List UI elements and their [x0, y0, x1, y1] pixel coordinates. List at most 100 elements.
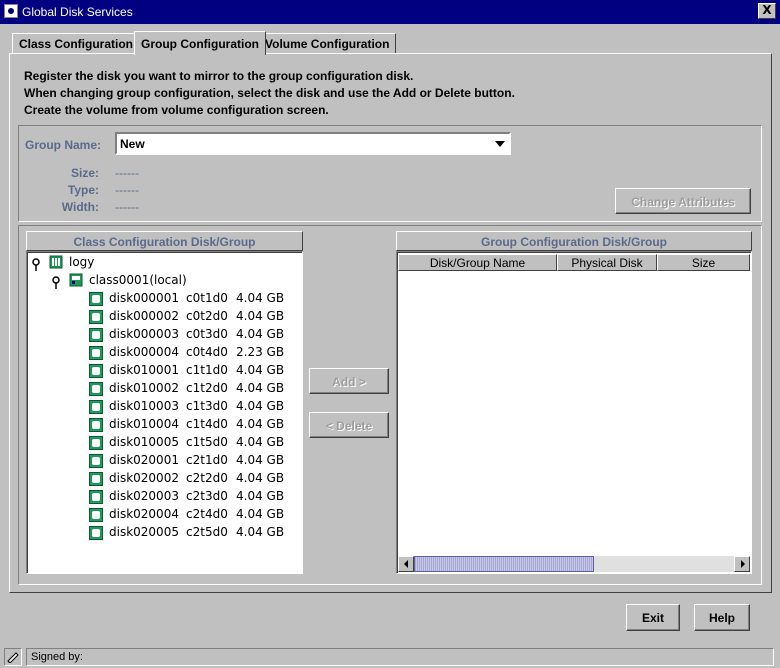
signature-icon: [4, 648, 22, 666]
class-icon: [69, 273, 83, 287]
window-title: Global Disk Services: [22, 5, 133, 19]
disk-icon: [89, 454, 103, 468]
disk-icon: [89, 400, 103, 414]
arrow-left-icon: [404, 560, 408, 568]
column-header-physical[interactable]: Physical Disk: [557, 254, 657, 271]
scroll-right-button[interactable]: [734, 556, 750, 572]
disk-name: disk020001: [109, 453, 179, 467]
disk-physical: c0t2d0: [186, 309, 228, 323]
server-icon: [49, 255, 63, 269]
scroll-left-button[interactable]: [398, 556, 414, 572]
disk-physical: c2t1d0: [186, 453, 228, 467]
disk-physical: c1t2d0: [186, 381, 228, 395]
tree-class-node[interactable]: class0001(local): [89, 273, 187, 291]
disk-icon: [89, 346, 103, 360]
disk-name: disk010005: [109, 435, 179, 449]
class-config-header: Class Configuration Disk/Group: [26, 231, 303, 251]
tab-group-configuration[interactable]: Group Configuration: [134, 31, 266, 55]
disk-name: disk010003: [109, 399, 179, 413]
width-value: ------: [115, 200, 139, 214]
class-disk-tree[interactable]: logy class0001(local) disk000001 c0t1d0 4.…: [26, 251, 303, 574]
disk-icon: [89, 328, 103, 342]
disk-name: disk020003: [109, 489, 179, 503]
disk-size: 4.04 GB: [236, 309, 285, 323]
size-label: Size:: [70, 166, 99, 180]
help-button[interactable]: Help: [694, 604, 750, 631]
disk-name: disk010002: [109, 381, 179, 395]
disk-size: 4.04 GB: [236, 399, 285, 413]
horizontal-scrollbar[interactable]: [398, 556, 750, 572]
tree-expand-icon[interactable]: [51, 276, 61, 290]
group-name-value: New: [120, 137, 145, 151]
disk-icon: [89, 292, 103, 306]
disk-icon: [89, 382, 103, 396]
tree-expand-icon[interactable]: [31, 258, 41, 272]
column-header-size[interactable]: Size: [657, 254, 750, 271]
app-icon: [4, 4, 18, 18]
disk-name: disk010004: [109, 417, 179, 431]
disk-name: disk000001: [109, 291, 179, 305]
chevron-down-icon[interactable]: [495, 141, 505, 147]
disk-name: disk020005: [109, 525, 179, 539]
group-name-label: Group Name:: [25, 138, 102, 152]
disk-size: 4.04 GB: [236, 363, 285, 377]
instruction-line-3: Create the volume from volume configurat…: [24, 103, 329, 117]
disk-physical: c2t3d0: [186, 489, 228, 503]
add-button[interactable]: Add >: [309, 368, 389, 394]
disk-name: disk000003: [109, 327, 179, 341]
disk-size: 2.23 GB: [236, 345, 285, 359]
group-config-header: Group Configuration Disk/Group: [396, 231, 752, 251]
scroll-thumb[interactable]: [414, 556, 594, 572]
disk-size: 4.04 GB: [236, 471, 285, 485]
change-attributes-button[interactable]: Change Attributes: [615, 188, 751, 214]
disk-icon: [89, 310, 103, 324]
disk-size: 4.04 GB: [236, 507, 285, 521]
arrow-right-icon: [741, 560, 745, 568]
disk-name: disk000002: [109, 309, 179, 323]
disk-physical: c0t1d0: [186, 291, 228, 305]
disk-physical: c1t4d0: [186, 417, 228, 431]
disk-icon: [89, 364, 103, 378]
disk-icon: [89, 526, 103, 540]
instruction-line-2: When changing group configuration, selec…: [24, 86, 515, 100]
disk-icon: [89, 472, 103, 486]
disk-name: disk020004: [109, 507, 179, 521]
type-label: Type:: [67, 183, 99, 197]
disk-size: 4.04 GB: [236, 381, 285, 395]
group-name-combobox[interactable]: New: [115, 132, 511, 155]
disk-size: 4.04 GB: [236, 453, 285, 467]
disk-name: disk010001: [109, 363, 179, 377]
disk-physical: c1t3d0: [186, 399, 228, 413]
column-header-name[interactable]: Disk/Group Name: [398, 254, 557, 271]
disk-name: disk000004: [109, 345, 179, 359]
status-text: Signed by:: [26, 648, 774, 666]
disk-size: 4.04 GB: [236, 435, 285, 449]
group-disk-table[interactable]: Disk/Group Name Physical Disk Size: [396, 251, 752, 574]
tab-class-configuration[interactable]: Class Configuration: [12, 33, 141, 53]
disk-icon: [89, 418, 103, 432]
disk-size: 4.04 GB: [236, 291, 285, 305]
disk-icon: [89, 490, 103, 504]
disk-physical: c0t4d0: [186, 345, 228, 359]
disk-name: disk020002: [109, 471, 179, 485]
disk-icon: [89, 508, 103, 522]
disk-size: 4.04 GB: [236, 525, 285, 539]
tree-root-logy[interactable]: logy: [69, 255, 94, 273]
tab-volume-configuration[interactable]: Volume Configuration: [258, 33, 397, 53]
disk-physical: c1t5d0: [186, 435, 228, 449]
instruction-line-1: Register the disk you want to mirror to …: [24, 69, 414, 83]
exit-button[interactable]: Exit: [626, 604, 680, 631]
disk-physical: c0t3d0: [186, 327, 228, 341]
width-label: Width:: [61, 200, 99, 214]
disk-size: 4.04 GB: [236, 489, 285, 503]
title-bar: Global Disk Services X: [0, 0, 780, 24]
delete-button[interactable]: < Delete: [309, 412, 389, 438]
disk-size: 4.04 GB: [236, 327, 285, 341]
close-button[interactable]: X: [758, 3, 776, 19]
size-value: ------: [115, 166, 139, 180]
disk-physical: c1t1d0: [186, 363, 228, 377]
disk-size: 4.04 GB: [236, 417, 285, 431]
disk-physical: c2t4d0: [186, 507, 228, 521]
disk-physical: c2t2d0: [186, 471, 228, 485]
type-value: ------: [115, 183, 139, 197]
